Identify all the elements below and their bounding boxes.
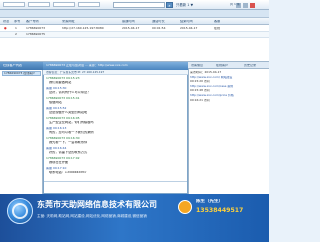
column-header[interactable]: 客户号码 [26,20,39,24]
column-header[interactable]: 接通时间 [122,20,135,24]
tab-visitor-info[interactable]: 访客信息 [191,64,203,68]
tab-online-customers[interactable]: 在线客户 [216,64,228,68]
table-cell: 在线 [214,26,221,30]
visit-log-line: 09:15:20 访问 [190,80,210,84]
phone-icon [178,200,192,214]
column-header[interactable]: 结束时间 [180,20,193,24]
table-cell: 1786690075 [26,33,46,36]
list-item-label: 1786690073 在线客户 [4,72,35,75]
filter-field-4[interactable] [78,1,100,7]
contact-name: 陈生（先生） [196,199,223,204]
column-header[interactable]: 状态 [3,20,9,24]
close-icon[interactable] [250,2,255,8]
visit-log-line: 09:15:48 访问 [190,89,210,93]
message-text: 联系电话：135xxxx4957 [49,171,87,174]
table-cell: 00:01:54 [152,26,166,30]
column-header[interactable]: 来源网址 [62,20,75,24]
filter-field-2[interactable] [28,1,50,7]
message-text: 我现在在外面 [49,161,69,164]
visit-log-line: 09:16:21 访问 [190,98,210,102]
table-cell: 2015-04-17 [122,26,140,30]
table-body [0,38,269,62]
message-text: 有的，您可以看一下我们的案例 [49,131,94,134]
message-text: 想做网站 [49,101,62,104]
table-cell: 2 [15,33,17,36]
chat-input[interactable] [44,181,187,193]
column-header[interactable]: 客服 [214,20,220,24]
table-cell: 1 [15,26,17,30]
visitor-info: 访客信息：广东省东莞市 IP: 27.160.125.197 [46,71,105,74]
search-icon[interactable]: ⌕ [166,1,173,9]
column-header[interactable]: 通话时长 [152,20,165,24]
visit-log-line[interactable]: http://www.xxx.com/ 网站建设 [190,76,267,79]
result-count: 共 1 条 [230,2,240,6]
table-cell: http://27.160.125.197:8080 [62,26,104,30]
contact-phone: 13538449517 [196,207,244,214]
table-cell: 2015-04-17 [180,26,198,30]
status-dot-icon: ● [4,26,7,30]
visit-log-line[interactable]: http://www.xxx.com/case 案例 [190,85,267,88]
filter-field-3[interactable] [53,1,75,7]
message-text: 生产型企业网站，你们有模板吗 [49,121,94,124]
message-text: 您是想做什么类型的网站呢 [49,111,88,114]
toolbar [0,10,269,18]
company-logo-inner [12,203,28,219]
company-business: 主营: 天助网,助站网,网站建设,网站优化,网络营销,商城建设,微信营销 [37,214,147,218]
search-input[interactable] [113,1,165,9]
maximize-icon[interactable] [243,2,248,8]
filter-field-1[interactable] [3,1,25,7]
message-text: 好的，请留下您的联系方式 [49,151,88,154]
column-header[interactable]: 序号 [14,20,20,24]
message-text: 我们需要做网站 [49,81,72,84]
filter-dropdown[interactable]: 只看新 1 ▼ [176,3,193,7]
table-cell: 1786690073 [26,26,46,30]
company-name: 东莞市天助网络信息技术有限公司 [37,200,157,209]
message-text: 我先看一下，一会再联系你 [49,141,88,144]
left-panel [0,62,43,194]
visit-log-line[interactable]: http://www.xxx.com/price 价格 [190,94,267,97]
visit-log-line: 来访时间：2015-04-17 [190,71,222,74]
message-text: 您好，请问有什么可以帮您？ [49,91,91,94]
chat-title: 1786690073 正在与您对话 ... 来源：http://www.xxx.… [46,64,128,67]
left-panel-title: 在线客户列表 [3,64,23,67]
tab-history[interactable]: 历史记录 [244,64,256,68]
